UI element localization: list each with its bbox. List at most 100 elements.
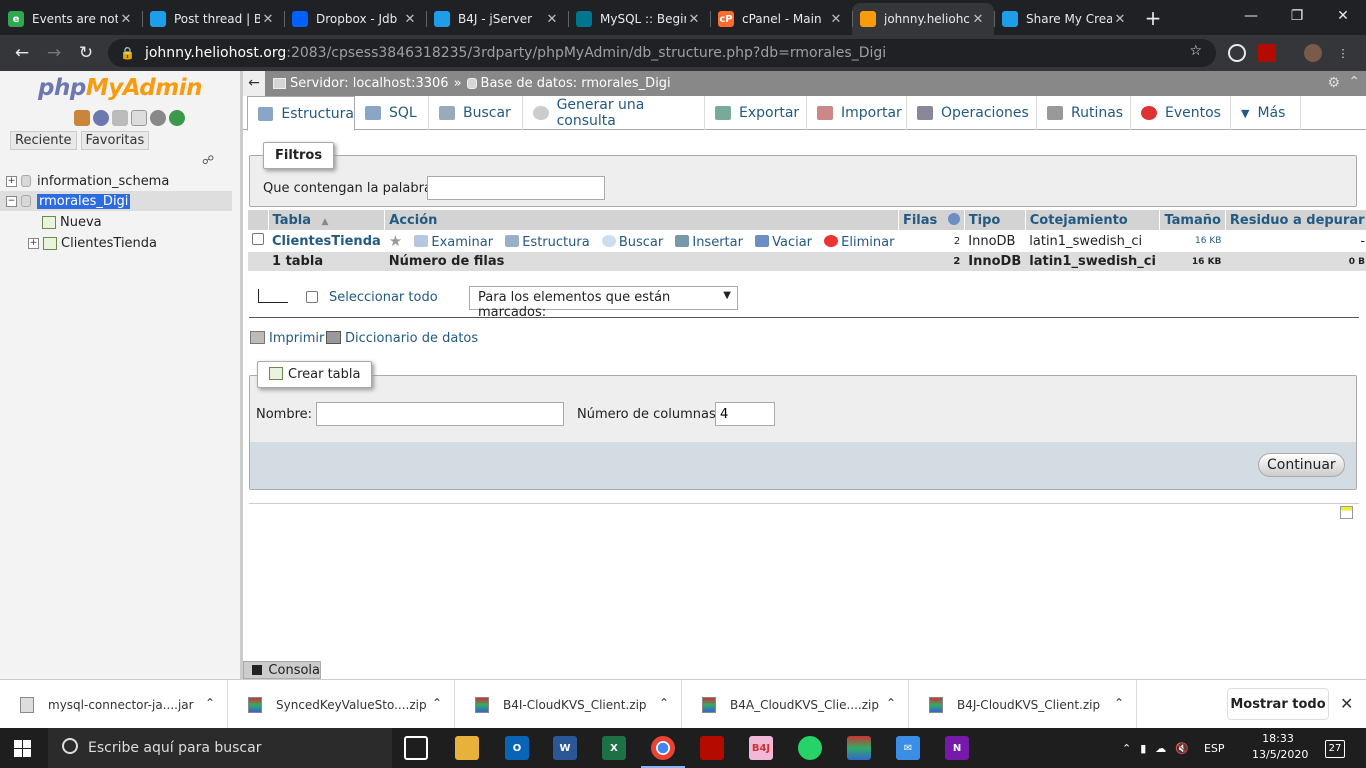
window-close-icon[interactable]: ✕ bbox=[1320, 0, 1366, 32]
browser-tab[interactable]: e Events are not ✕ bbox=[0, 3, 142, 35]
back-arrow-icon[interactable]: ← bbox=[6, 43, 38, 63]
winrar-icon[interactable] bbox=[847, 736, 871, 760]
with-selected-dropdown[interactable]: Para los elementos que están marcados: ▼ bbox=[469, 286, 738, 320]
logout-icon[interactable] bbox=[93, 110, 109, 126]
taskbar-clock[interactable]: 18:33 13/5/2020 bbox=[1252, 731, 1308, 763]
browser-tab[interactable]: cP cPanel - Main ✕ bbox=[710, 3, 852, 35]
tab-close-icon[interactable]: ✕ bbox=[544, 12, 560, 27]
taskbar-search-box[interactable]: Escribe aquí para buscar bbox=[48, 728, 392, 768]
breadcrumb-database[interactable]: Base de datos: rmorales_Digi bbox=[481, 76, 671, 91]
help-icon[interactable] bbox=[947, 212, 960, 225]
nav-tab-favorites[interactable]: Favoritas bbox=[80, 131, 150, 150]
download-item[interactable]: B4A_CloudKVS_Clie....zip ⌃ bbox=[682, 680, 909, 729]
download-item[interactable]: B4J-CloudKVS_Client.zip ⌃ bbox=[909, 680, 1137, 729]
b4j-icon[interactable]: B4J bbox=[749, 736, 773, 760]
tab-close-icon[interactable]: ✕ bbox=[260, 12, 276, 27]
header-cotejamiento[interactable]: Cotejamiento bbox=[1025, 210, 1161, 230]
tab-close-icon[interactable]: ✕ bbox=[686, 12, 702, 27]
chevron-up-icon[interactable]: ⌃ bbox=[1114, 696, 1124, 710]
reload-icon[interactable]: ↻ bbox=[70, 43, 102, 63]
tab-rutinas[interactable]: Rutinas bbox=[1037, 96, 1131, 130]
word-icon[interactable]: W bbox=[553, 736, 577, 760]
cell-tamano[interactable]: 16 KB bbox=[1159, 230, 1226, 252]
tab-close-icon[interactable]: ✕ bbox=[970, 12, 986, 27]
browser-tab[interactable]: johnny.heliohc ✕ bbox=[852, 3, 994, 35]
favorite-star-icon[interactable]: ★ bbox=[389, 232, 402, 250]
acrobat-icon[interactable] bbox=[700, 736, 724, 760]
tab-close-icon[interactable]: ✕ bbox=[118, 12, 134, 27]
cloud-icon[interactable]: ☁ bbox=[1155, 742, 1166, 755]
breadcrumb-server[interactable]: Servidor: localhost:3306 bbox=[290, 76, 449, 91]
tab-estructura[interactable]: Estructura bbox=[247, 96, 355, 131]
tree-item-rmorales-digi[interactable]: − rmorales_Digi bbox=[0, 191, 232, 211]
download-item[interactable]: B4I-CloudKVS_Client.zip ⌃ bbox=[455, 680, 682, 729]
download-item[interactable]: mysql-connector-ja....jar ⌃ bbox=[0, 680, 228, 729]
table-name-input[interactable] bbox=[316, 402, 564, 426]
console-toggle[interactable]: Consola bbox=[243, 661, 321, 679]
header-tabla[interactable]: Tabla ▲ bbox=[268, 210, 386, 230]
data-dictionary-link[interactable]: Diccionario de datos bbox=[326, 331, 478, 346]
input-language[interactable]: ESP bbox=[1204, 742, 1225, 755]
panel-splitter[interactable] bbox=[240, 71, 243, 679]
download-item[interactable]: SyncedKeyValueSto....zip ⌃ bbox=[228, 680, 455, 729]
nav-tab-recent[interactable]: Reciente bbox=[10, 131, 77, 150]
show-all-downloads-button[interactable]: Mostrar todo bbox=[1227, 688, 1329, 720]
close-shelf-icon[interactable]: ✕ bbox=[1340, 694, 1353, 713]
tree-item-label[interactable]: information_schema bbox=[37, 174, 169, 189]
header-tipo[interactable]: Tipo bbox=[964, 210, 1026, 230]
tree-item-clientestienda[interactable]: + ClientesTienda bbox=[28, 233, 157, 253]
menu-dots-icon[interactable]: ⋮ bbox=[1334, 44, 1352, 62]
phpmyadmin-logo[interactable]: phpMyAdmin bbox=[38, 75, 202, 101]
action-buscar[interactable]: Buscar bbox=[619, 235, 663, 250]
tab-mas[interactable]: ▼ Más bbox=[1231, 96, 1301, 130]
collapse-icon[interactable]: − bbox=[6, 195, 17, 207]
table-name-link[interactable]: ClientesTienda bbox=[272, 234, 381, 249]
header-residuo[interactable]: Residuo a depurar bbox=[1225, 210, 1366, 230]
tab-buscar[interactable]: Buscar bbox=[429, 96, 523, 130]
collapse-top-icon[interactable]: ⌃ bbox=[1348, 74, 1360, 90]
row-checkbox[interactable] bbox=[252, 233, 264, 245]
tab-close-icon[interactable]: ✕ bbox=[828, 12, 844, 27]
tab-close-icon[interactable]: ✕ bbox=[402, 12, 418, 27]
chevron-up-icon[interactable]: ⌃ bbox=[432, 696, 442, 710]
tab-eventos[interactable]: Eventos bbox=[1131, 96, 1231, 130]
chevron-up-icon[interactable]: ⌃ bbox=[205, 696, 215, 710]
tree-item-new-table[interactable]: Nueva bbox=[42, 212, 102, 232]
pdf-extension-icon[interactable] bbox=[1258, 44, 1276, 62]
link-chain-icon[interactable]: ☍ bbox=[202, 153, 214, 167]
tree-item-label[interactable]: ClientesTienda bbox=[61, 236, 157, 251]
chrome-icon[interactable] bbox=[641, 736, 685, 768]
chevron-up-icon[interactable]: ⌃ bbox=[659, 696, 669, 710]
action-eliminar[interactable]: Eliminar bbox=[841, 235, 894, 250]
address-bar[interactable]: 🔒 johnny.heliohost.org:2083/cpsess384631… bbox=[108, 39, 1216, 67]
select-all-label[interactable]: Seleccionar todo bbox=[329, 290, 438, 305]
browser-tab[interactable]: B4J - jServer ✕ bbox=[426, 3, 568, 35]
outlook-icon[interactable]: O bbox=[505, 736, 529, 760]
volume-muted-icon[interactable]: 🔇 bbox=[1175, 742, 1189, 755]
header-tamano[interactable]: Tamaño bbox=[1159, 210, 1226, 230]
notification-center-icon[interactable]: 27 bbox=[1325, 740, 1345, 758]
chevron-up-icon[interactable]: ⌃ bbox=[886, 696, 896, 710]
minimize-icon[interactable]: — bbox=[1228, 0, 1274, 32]
collapse-nav-arrow-icon[interactable]: ← bbox=[243, 71, 265, 96]
docs-icon[interactable] bbox=[112, 110, 128, 126]
num-columns-input[interactable] bbox=[715, 402, 775, 426]
tab-exportar[interactable]: Exportar bbox=[705, 96, 807, 130]
tree-item-label[interactable]: rmorales_Digi bbox=[37, 193, 131, 209]
page-related-settings-icon[interactable] bbox=[1340, 506, 1353, 519]
home-icon[interactable] bbox=[74, 110, 90, 126]
tab-importar[interactable]: Importar bbox=[807, 96, 907, 130]
browser-tab[interactable]: MySQL :: Begir ✕ bbox=[568, 3, 710, 35]
select-all-checkbox[interactable] bbox=[306, 291, 318, 303]
forward-arrow-icon[interactable]: → bbox=[38, 43, 70, 63]
file-explorer-icon[interactable] bbox=[455, 736, 479, 760]
tab-sql[interactable]: SQL bbox=[355, 96, 429, 130]
sql-docs-icon[interactable] bbox=[131, 110, 147, 126]
onenote-icon[interactable]: N bbox=[945, 736, 969, 760]
profile-avatar[interactable] bbox=[1304, 44, 1322, 62]
extension-icon[interactable] bbox=[1228, 44, 1246, 62]
task-view-icon[interactable] bbox=[404, 736, 428, 760]
page-settings-gear-icon[interactable]: ⚙ bbox=[1327, 75, 1340, 91]
action-examinar[interactable]: Examinar bbox=[431, 235, 493, 250]
mail-icon[interactable]: ✉ bbox=[896, 736, 920, 760]
